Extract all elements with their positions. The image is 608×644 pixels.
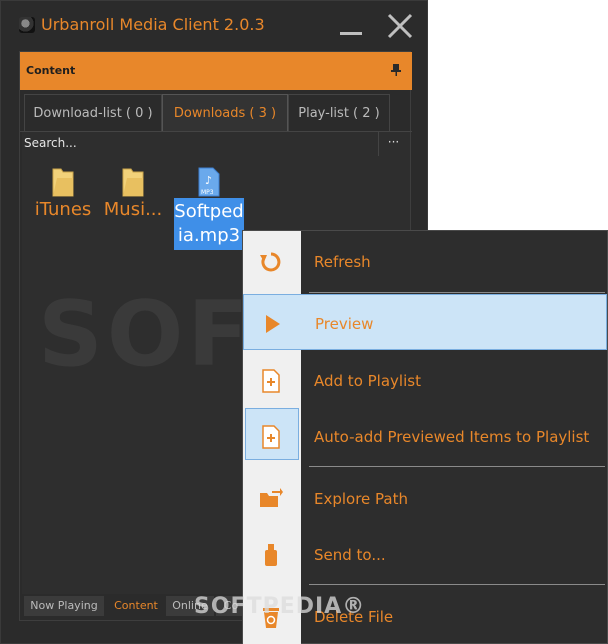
menu-label: Preview [315,315,374,333]
tab-play-list[interactable]: Play-list ( 2 ) [288,94,390,132]
refresh-icon [260,252,281,272]
pin-icon[interactable] [390,63,402,77]
usb-drive-icon [265,544,277,566]
mp3-file-icon: ♪ MP3 [198,167,220,197]
add-file-icon [262,425,280,449]
menu-separator [309,584,605,585]
menu-separator [309,292,605,293]
folder-icon [122,168,144,197]
watermark-text: SOF [38,282,253,387]
panel-title: Content [26,64,76,77]
more-options-button[interactable]: ··· [378,132,408,156]
svg-text:MP3: MP3 [201,189,214,196]
search-input[interactable]: Search... [24,136,374,154]
app-logo-icon [19,17,35,33]
svg-text:♪: ♪ [205,174,212,187]
menu-item-add-to-playlist[interactable]: Add to Playlist [243,352,607,408]
menu-label: Add to Playlist [314,372,421,390]
window-title: Urbanroll Media Client 2.0.3 [41,15,265,34]
close-button[interactable] [385,11,415,41]
tab-downloads[interactable]: Downloads ( 3 ) [162,94,288,132]
status-tab-content[interactable]: Content [108,596,164,616]
menu-label: Explore Path [314,490,409,508]
menu-item-auto-add[interactable]: Auto-add Previewed Items to Playlist [243,408,607,464]
minimize-icon [340,32,362,35]
play-icon [266,315,280,333]
file-label: Softpedia.mp3 [174,198,244,250]
file-label: Musi... [103,199,163,220]
file-label: iTunes [34,199,92,220]
menu-label: Refresh [314,253,371,271]
menu-separator [309,466,605,467]
menu-label: Auto-add Previewed Items to Playlist [314,428,590,446]
minimize-button[interactable] [337,11,367,41]
softpedia-watermark: SOFTPEDIA® [194,594,366,619]
file-item[interactable]: iTunes [28,166,98,222]
context-menu: Refresh Preview Add to Playlist Auto-add… [242,230,608,644]
file-item-selected[interactable]: ♪ MP3 Softpedia.mp3 [174,166,244,250]
add-file-icon [262,369,280,393]
file-item[interactable]: Musi... [98,166,168,222]
menu-label: Send to... [314,546,386,564]
menu-item-preview[interactable]: Preview [243,294,607,350]
folder-arrow-icon [260,488,283,507]
panel-header: Content [20,52,412,90]
menu-item-send-to[interactable]: Send to... [243,526,607,582]
menu-item-refresh[interactable]: Refresh [243,233,607,289]
menu-item-explore-path[interactable]: Explore Path [243,470,607,526]
status-tab-now-playing[interactable]: Now Playing [24,596,104,616]
folder-icon [52,168,74,197]
tab-download-list[interactable]: Download-list ( 0 ) [24,94,162,132]
title-bar[interactable]: Urbanroll Media Client 2.0.3 [1,1,429,51]
close-icon [387,13,413,39]
